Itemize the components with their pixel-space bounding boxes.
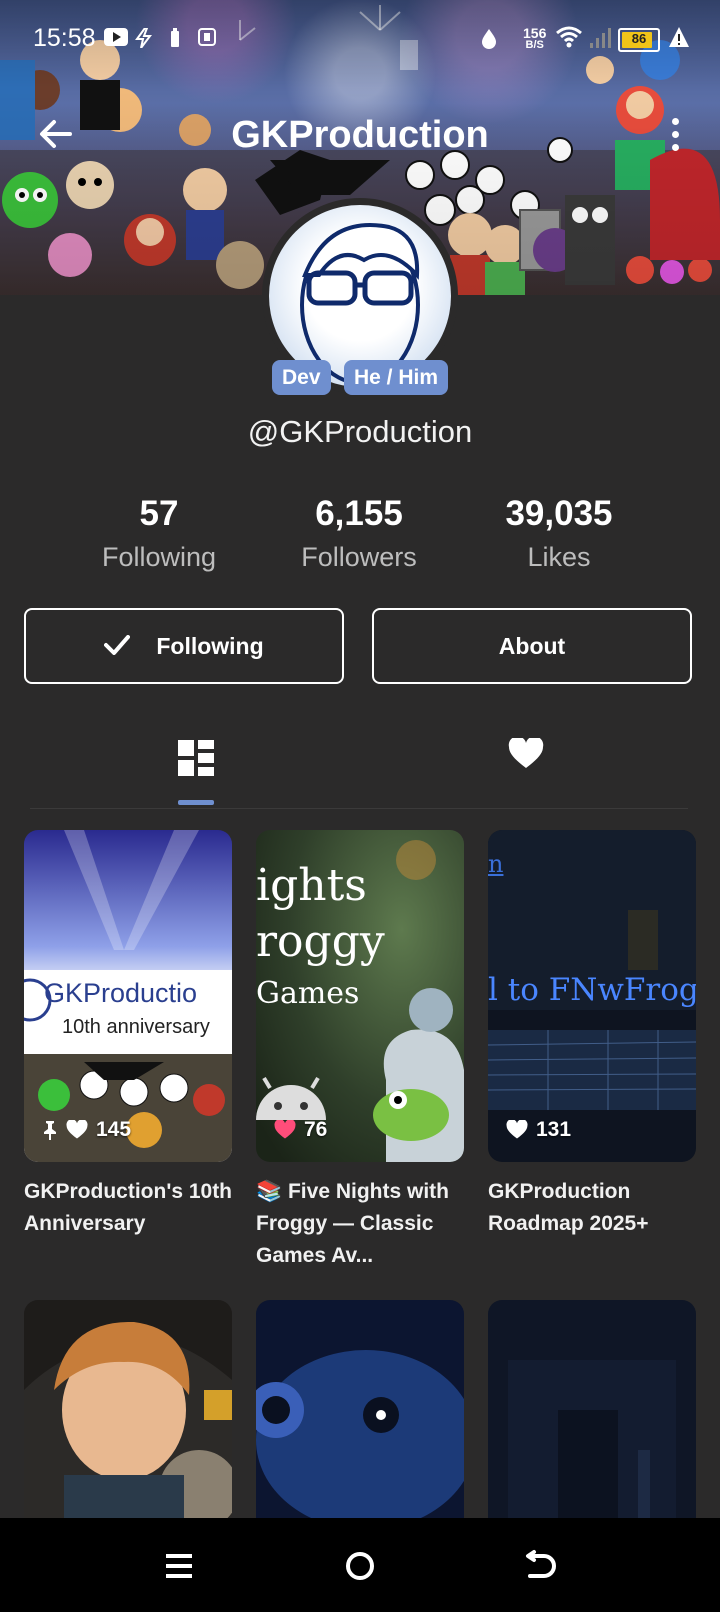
content-tabs — [30, 720, 688, 809]
signal-icon — [590, 28, 612, 53]
pin-icon — [44, 1121, 56, 1140]
home-button[interactable] — [340, 1546, 380, 1586]
status-bar: 15:58 156 B/S 86 — [0, 0, 720, 80]
post-card[interactable] — [24, 1300, 232, 1518]
battery-small-icon — [170, 28, 180, 53]
stat-following-value: 57 — [139, 494, 179, 533]
active-tab-indicator — [178, 800, 214, 805]
post-title[interactable]: GKProduction Roadmap 2025+ — [488, 1176, 698, 1240]
profile-handle: @GKProduction — [247, 414, 473, 449]
tab-posts[interactable] — [176, 738, 236, 798]
following-button[interactable]: Following — [24, 608, 344, 684]
back-icon — [526, 1550, 556, 1578]
network-speed: 156 B/S — [523, 26, 546, 51]
recent-apps-button[interactable] — [160, 1546, 200, 1586]
stat-likes-label: Likes — [527, 542, 591, 572]
nfc-icon — [198, 28, 216, 51]
post-overlay-text: roggy — [256, 916, 385, 967]
post-thumbnail-image — [256, 1300, 464, 1518]
heart-icon — [506, 1120, 528, 1139]
post-likes: 145 — [24, 1118, 131, 1142]
post-likes-count: 76 — [304, 1118, 328, 1141]
post-overlay-subtext: Games — [256, 976, 360, 1011]
about-button-label: About — [498, 632, 566, 659]
post-title[interactable]: 📚 Five Nights with Froggy — Classic Game… — [256, 1176, 466, 1272]
stat-following-label: Following — [101, 542, 217, 572]
battery-indicator: 86 — [618, 28, 660, 52]
role-tag-dev: Dev — [272, 360, 331, 395]
post-overlay-subtext: 10th anniversary — [62, 1016, 210, 1038]
pronoun-tag: He / Him — [344, 360, 449, 395]
system-navigation-bar — [0, 1518, 720, 1612]
post-thumbnail-image — [24, 1300, 232, 1518]
wifi-icon — [556, 26, 582, 53]
grid-layout-icon — [178, 740, 214, 776]
post-card[interactable]: ights roggy Games 76 — [256, 830, 464, 1162]
stat-likes: 39,035 Likes — [459, 494, 659, 573]
stat-followers-label: Followers — [301, 542, 417, 572]
data-saver-icon — [480, 28, 498, 55]
post-overlay-text: ights — [256, 860, 367, 911]
stat-likes-value: 39,035 — [505, 494, 613, 533]
post-card[interactable] — [256, 1300, 464, 1518]
post-thumbnail-image — [488, 1300, 696, 1518]
youtube-icon — [104, 28, 128, 51]
stat-followers-value: 6,155 — [315, 494, 403, 533]
stat-followers[interactable]: 6,155 Followers — [259, 494, 459, 573]
post-title[interactable]: GKProduction's 10th Anniversary — [24, 1176, 234, 1240]
post-card[interactable] — [488, 1300, 696, 1518]
post-likes: 131 — [488, 1118, 571, 1142]
network-speed-value: 156 — [523, 25, 547, 41]
battery-percent: 86 — [631, 31, 647, 46]
post-likes-count: 131 — [536, 1118, 572, 1141]
more-options-button[interactable] — [660, 112, 690, 164]
more-vertical-icon — [660, 118, 690, 151]
heart-icon — [274, 1120, 296, 1139]
checkmark-icon — [104, 631, 131, 662]
post-card[interactable]: GKProductio 10th anniversary 145 — [24, 830, 232, 1162]
post-overlay-text: n — [488, 850, 504, 878]
flash-icon — [134, 27, 154, 53]
heart-icon — [66, 1120, 88, 1139]
page-title: GKProduction — [231, 114, 489, 156]
post-card[interactable]: n l to FNwFrog 131 — [488, 830, 696, 1162]
tab-liked[interactable] — [508, 736, 568, 798]
post-overlay-subtext: l to FNwFrog — [488, 972, 696, 1008]
menu-icon — [166, 1554, 192, 1578]
following-button-label: Following — [156, 632, 264, 659]
back-nav-button[interactable] — [520, 1546, 560, 1586]
about-button[interactable]: About — [372, 608, 692, 684]
heart-icon — [508, 736, 544, 768]
post-likes: 76 — [256, 1118, 327, 1142]
warning-icon — [668, 26, 690, 53]
home-circle-icon — [346, 1552, 374, 1580]
post-overlay-text: GKProductio — [44, 978, 198, 1008]
status-time: 15:58 — [33, 24, 96, 52]
post-likes-count: 145 — [96, 1118, 132, 1141]
stat-following[interactable]: 57 Following — [59, 494, 259, 573]
network-speed-unit: B/S — [525, 39, 544, 51]
